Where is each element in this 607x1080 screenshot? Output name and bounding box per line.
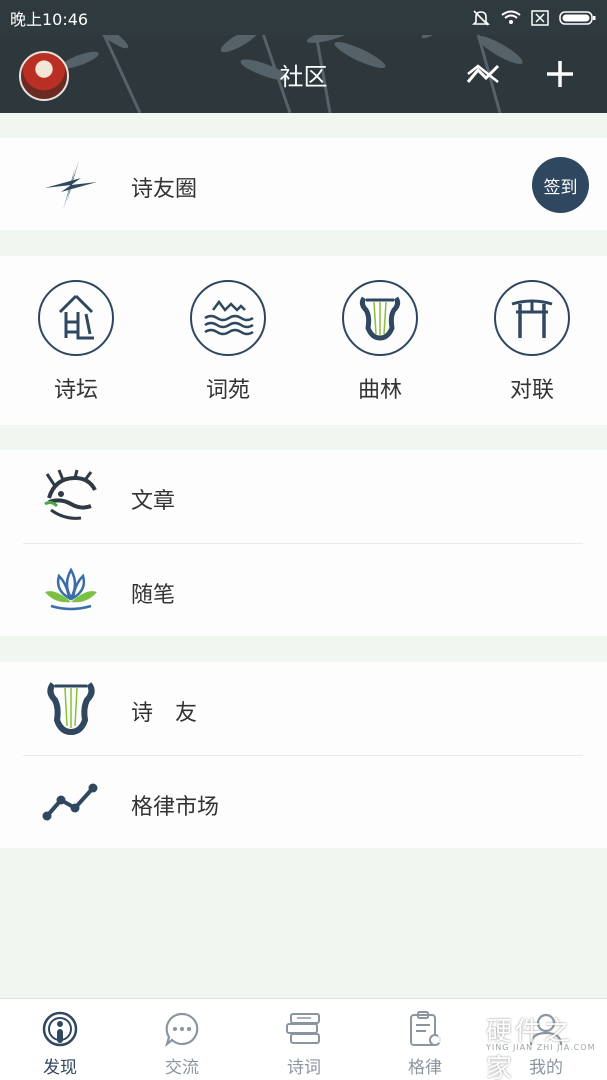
tab-label: 交流 <box>165 1058 199 1078</box>
list-item-label: 随笔 <box>131 583 176 608</box>
watermark-subtext: YING JIAN ZHI JIA.COM <box>486 1043 596 1052</box>
list-item-label: 格律市场 <box>131 795 220 820</box>
grid-item-label: 对联 <box>509 378 554 403</box>
list-item-label: 文章 <box>131 489 176 514</box>
poetry-altar-icon <box>38 280 114 356</box>
waves-mountain-icon <box>190 280 266 356</box>
books-icon <box>284 1009 324 1049</box>
grid-item-poetry-altar[interactable]: 诗坛 <box>36 280 116 406</box>
lyre-icon <box>342 280 418 356</box>
checkin-button[interactable]: 签到 <box>532 157 589 213</box>
lotus-icon <box>45 567 97 611</box>
friends-circle-row[interactable]: 诗友圈 <box>0 138 607 230</box>
status-time: 晚上10:46 <box>10 9 89 29</box>
grid-item-couplets[interactable]: 对联 <box>492 280 572 406</box>
battery-icon <box>559 10 596 25</box>
gate-icon <box>494 280 570 356</box>
list-item-essays[interactable]: 随笔 <box>0 544 607 637</box>
lyre-icon <box>47 682 95 736</box>
watermark-logo-icon <box>438 1008 482 1054</box>
friends-circle-label: 诗友圈 <box>131 177 198 202</box>
grid-item-label: 词苑 <box>205 378 250 403</box>
grid-item-word-garden[interactable]: 词苑 <box>188 280 268 406</box>
mute-icon <box>472 9 490 26</box>
chat-icon <box>162 1009 202 1049</box>
list-item-metrics-market[interactable]: 格律市场 <box>0 756 607 849</box>
watermark: 硬件之家 YING JIAN ZHI JIA.COM <box>438 1006 598 1080</box>
grid-item-song-forest[interactable]: 曲林 <box>340 280 420 406</box>
list-item-articles[interactable]: 文章 <box>0 450 607 543</box>
tab-poems[interactable]: 诗词 <box>264 1009 344 1078</box>
page-title: 社区 <box>279 63 328 91</box>
dragon-icon <box>44 469 97 520</box>
list-item-label: 诗 友 <box>131 701 198 726</box>
pinwheel-icon <box>45 160 97 210</box>
status-bar: 晚上10:46 <box>0 0 607 35</box>
tab-label: 格律 <box>408 1058 442 1078</box>
list-item-poet-friends[interactable]: 诗 友 <box>0 662 607 755</box>
grid-item-label: 曲林 <box>357 378 402 403</box>
app-header: 社区 <box>0 35 607 113</box>
tab-label: 诗词 <box>287 1058 321 1078</box>
tab-label: 发现 <box>43 1058 77 1078</box>
grid-item-label: 诗坛 <box>53 378 98 403</box>
discover-icon <box>40 1009 80 1049</box>
tab-discover[interactable]: 发现 <box>20 1009 100 1078</box>
trend-line-icon <box>42 783 98 821</box>
status-icons <box>471 8 597 28</box>
category-grid: 诗坛 词苑 曲林 对联 <box>0 256 607 425</box>
trend-icon[interactable] <box>465 56 501 92</box>
list-section-friends: 诗 友 格律市场 <box>0 662 607 848</box>
tab-chat[interactable]: 交流 <box>142 1009 222 1078</box>
sim-icon <box>531 9 549 26</box>
list-section-articles: 文章 随笔 <box>0 450 607 636</box>
wifi-icon <box>501 10 521 24</box>
add-icon[interactable] <box>542 56 578 92</box>
